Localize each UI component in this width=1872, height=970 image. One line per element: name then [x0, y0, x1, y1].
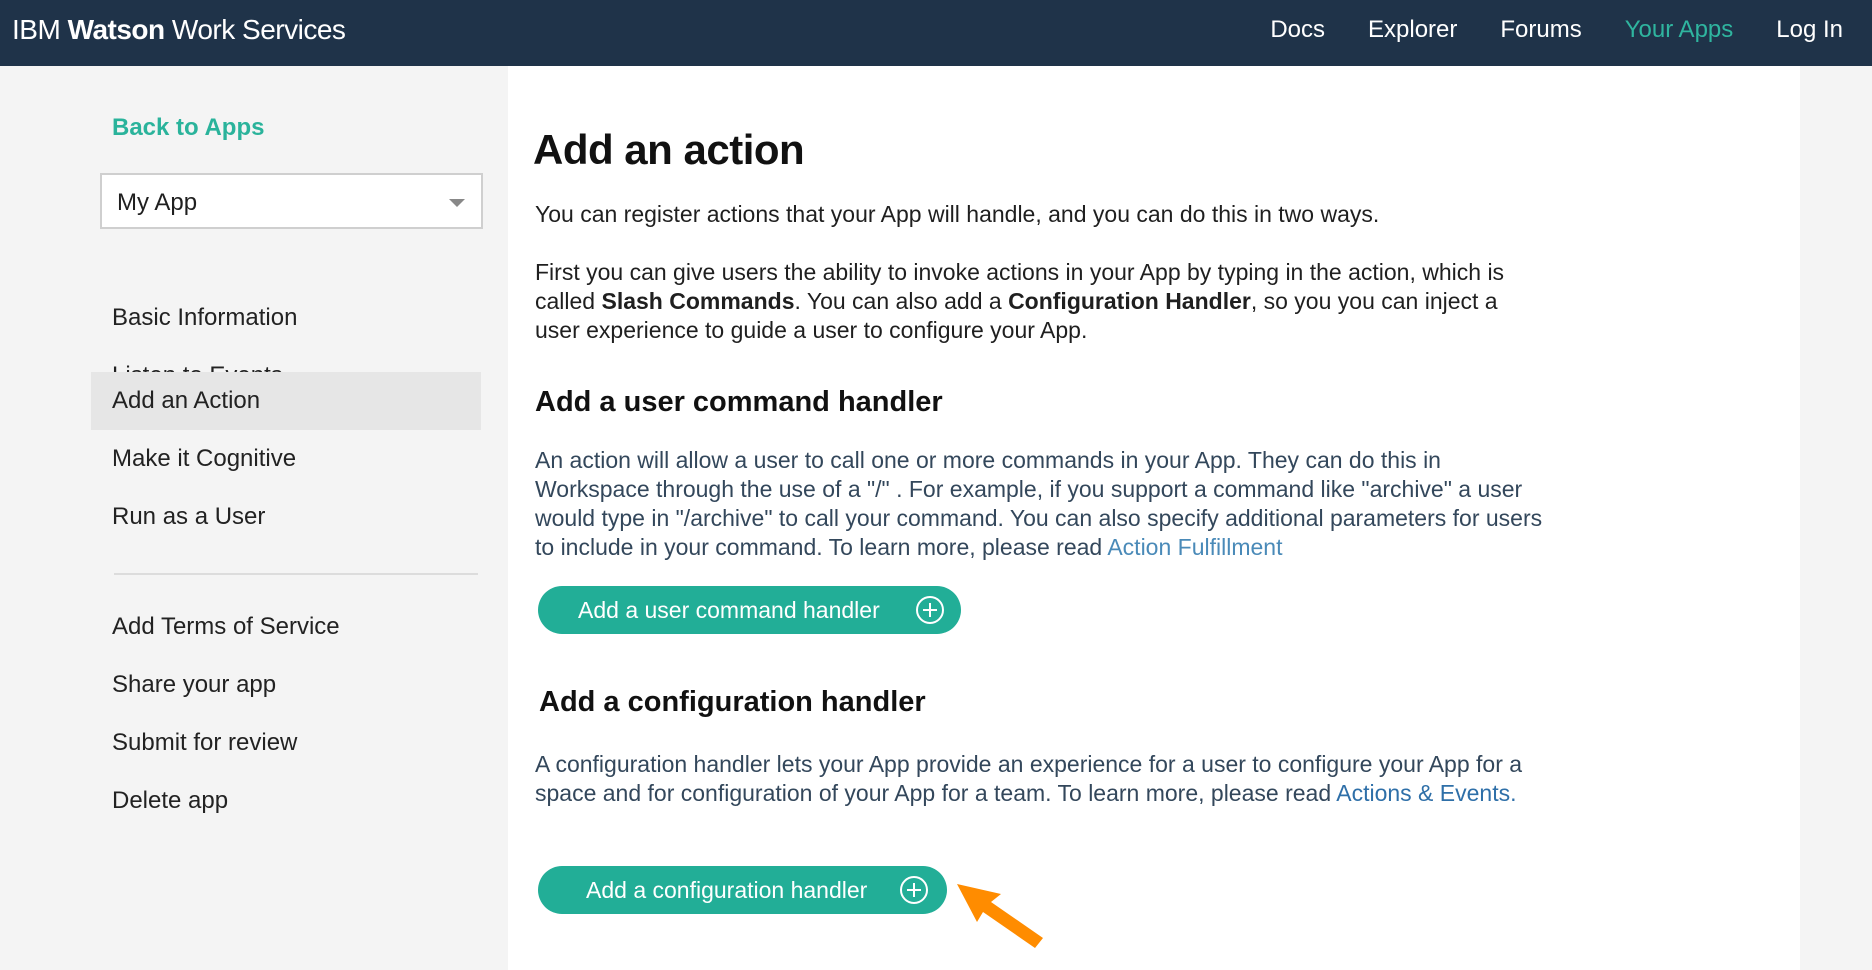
- description-text: First you can give users the ability to …: [535, 258, 1545, 345]
- sidebar-item-run-as-a-user[interactable]: Run as a User: [91, 488, 481, 546]
- chevron-down-icon: [449, 199, 465, 207]
- nav-your-apps[interactable]: Your Apps: [1625, 16, 1734, 44]
- back-to-apps-link[interactable]: Back to Apps: [112, 114, 264, 142]
- sidebar-item-add-terms-of-service[interactable]: Add Terms of Service: [91, 598, 481, 656]
- add-user-command-handler-button[interactable]: Add a user command handler: [538, 586, 961, 634]
- sidebar-item-submit-for-review[interactable]: Submit for review: [91, 714, 481, 772]
- add-user-command-handler-label: Add a user command handler: [578, 597, 880, 623]
- configuration-handler-term: Configuration Handler: [1008, 288, 1251, 314]
- nav-forums[interactable]: Forums: [1500, 16, 1581, 44]
- sidebar-item-share-your-app[interactable]: Share your app: [91, 656, 481, 714]
- brand-prefix: IBM: [12, 14, 61, 45]
- nav-log-in[interactable]: Log In: [1776, 16, 1843, 44]
- intro-text: You can register actions that your App w…: [535, 201, 1380, 227]
- plus-circle-icon: [916, 596, 944, 624]
- sidebar-item-add-an-action[interactable]: Add an Action: [91, 372, 481, 430]
- main-nav: Docs Explorer Forums Your Apps Log In: [1270, 16, 1843, 44]
- sidebar: Back to Apps My App Basic Information Li…: [0, 66, 508, 970]
- slash-commands-term: Slash Commands: [601, 288, 795, 314]
- main-content: Add an action You can register actions t…: [508, 66, 1800, 970]
- brand-logo[interactable]: IBM Watson Work Services: [12, 14, 346, 46]
- actions-and-events-link[interactable]: Actions & Events.: [1336, 780, 1516, 806]
- app-select[interactable]: My App: [100, 173, 483, 229]
- config-handler-heading: Add a configuration handler: [539, 686, 926, 718]
- sidebar-divider: [114, 573, 478, 575]
- action-fulfillment-link[interactable]: Action Fulfillment: [1107, 534, 1282, 560]
- brand-bold: Watson: [67, 14, 166, 45]
- app-select-value: My App: [117, 189, 198, 216]
- plus-circle-icon: [900, 876, 928, 904]
- user-command-body: An action will allow a user to call one …: [535, 447, 1543, 560]
- user-command-text: An action will allow a user to call one …: [535, 446, 1555, 562]
- sidebar-item-basic-information[interactable]: Basic Information: [91, 289, 481, 347]
- config-handler-text: A configuration handler lets your App pr…: [535, 750, 1545, 808]
- add-configuration-handler-button[interactable]: Add a configuration handler: [538, 866, 947, 914]
- sidebar-item-make-it-cognitive[interactable]: Make it Cognitive: [91, 430, 481, 488]
- nav-docs[interactable]: Docs: [1270, 16, 1325, 44]
- page-title: Add an action: [533, 126, 805, 173]
- orange-arrow-icon: [957, 884, 1043, 948]
- description-part-2: . You can also add a: [794, 288, 1009, 314]
- sidebar-item-delete-app[interactable]: Delete app: [91, 772, 481, 830]
- add-configuration-handler-label: Add a configuration handler: [586, 877, 868, 903]
- top-navigation-bar: IBM Watson Work Services Docs Explorer F…: [0, 0, 1872, 66]
- brand-suffix: Work Services: [171, 14, 346, 45]
- user-command-heading: Add a user command handler: [535, 386, 943, 418]
- nav-explorer[interactable]: Explorer: [1368, 16, 1457, 44]
